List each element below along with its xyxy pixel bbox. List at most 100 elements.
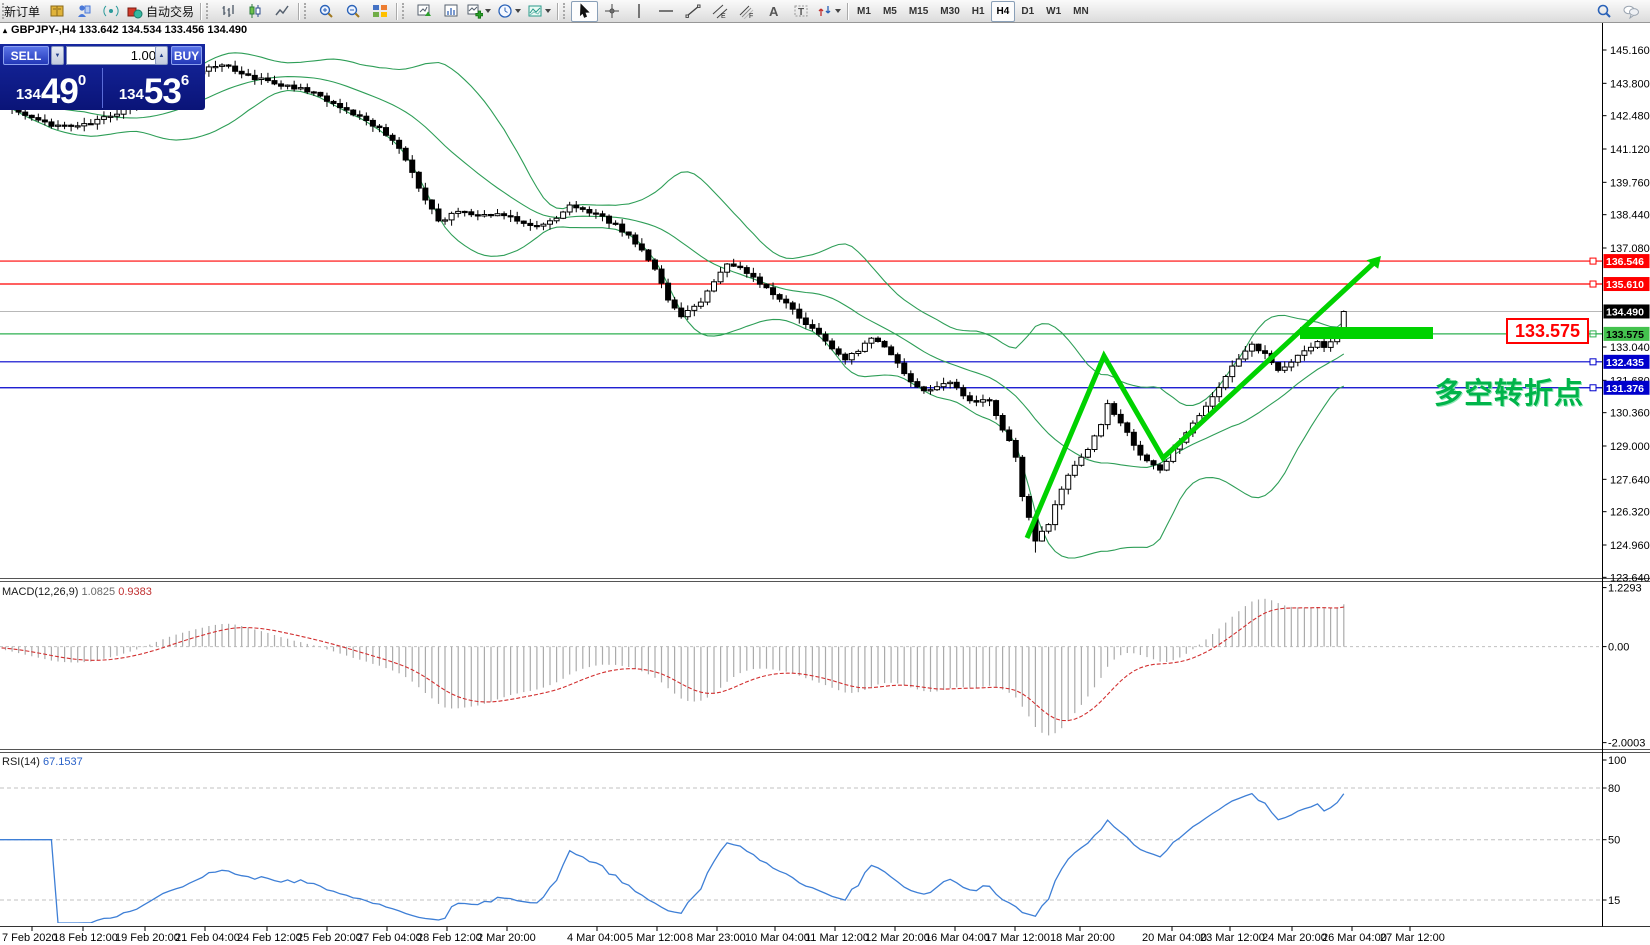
dropdown-caret-icon: [485, 9, 491, 13]
price-tick-label: 141.120: [1610, 144, 1650, 156]
price-tick-label: 139.760: [1610, 177, 1650, 189]
time-axis-label: 11 Mar 12:00: [805, 932, 869, 944]
highlight-bar[interactable]: [1300, 327, 1433, 339]
market-watch-icon[interactable]: [43, 1, 70, 22]
time-axis-label: 24 Mar 20:00: [1262, 932, 1327, 944]
zoom-out-icon[interactable]: [339, 1, 366, 22]
svg-text:F: F: [749, 13, 753, 19]
sell-price[interactable]: 134490: [0, 66, 102, 110]
price-tick-label: 127.640: [1610, 474, 1650, 486]
time-axis-label: 27 Feb 04:00: [357, 932, 422, 944]
price-tick-label: 133.040: [1610, 342, 1650, 354]
trendline-icon[interactable]: [679, 1, 706, 22]
macd-panel: [0, 599, 1603, 736]
timeframe-button-w1[interactable]: W1: [1040, 1, 1067, 22]
toolbar-grip: [563, 3, 569, 19]
symbol-marker-icon: ▴: [3, 26, 7, 35]
toolbar-separator: [847, 3, 848, 20]
toolbar-separator: [396, 3, 397, 20]
cursor-icon[interactable]: [571, 1, 598, 22]
bollinger-band-middle: [0, 77, 1344, 468]
signals-icon[interactable]: [97, 1, 124, 22]
chat-icon[interactable]: [1617, 1, 1644, 22]
time-axis-label: 26 Mar 04:00: [1322, 932, 1387, 944]
text-icon[interactable]: A: [760, 1, 787, 22]
price-axis[interactable]: 145.160143.800142.480141.120139.760138.4…: [1603, 45, 1650, 907]
svg-text:T: T: [798, 7, 804, 18]
time-axis-label: 17 Mar 12:00: [985, 932, 1050, 944]
time-axis-label: 12 Mar 20:00: [865, 932, 930, 944]
time-axis-label: 4 Mar 04:00: [567, 932, 626, 944]
timeframe-button-m30[interactable]: M30: [934, 1, 965, 22]
bar-chart-icon[interactable]: [214, 1, 241, 22]
time-axis[interactable]: 7 Feb 202018 Feb 12:0019 Feb 20:0021 Feb…: [2, 927, 1445, 945]
toolbar: 新订单 自动交易 E F A T M1M5M15M30H1H4D1W1MN: [0, 0, 1650, 23]
trend-zigzag-arrow[interactable]: [1027, 260, 1377, 538]
volume-input[interactable]: [66, 46, 160, 65]
macd-indicator-label: MACD(12,26,9) 1.0825 0.9383: [2, 586, 152, 598]
main-chart-panel: [0, 53, 1603, 558]
timeframe-button-h4[interactable]: H4: [991, 1, 1016, 22]
time-axis-label: 16 Mar 04:00: [925, 932, 990, 944]
buy-price[interactable]: 134536: [103, 66, 205, 110]
vertical-line-icon[interactable]: [625, 1, 652, 22]
time-axis-label: 7 Feb 2020: [2, 932, 58, 944]
timeframe-button-m5[interactable]: M5: [877, 1, 903, 22]
new-order-button[interactable]: 新订单: [10, 1, 43, 22]
buy-button[interactable]: BUY: [171, 46, 202, 65]
volume-up-button[interactable]: ▲: [155, 46, 168, 65]
navigator-icon[interactable]: [70, 1, 97, 22]
time-axis-label: 19 Feb 20:00: [115, 932, 180, 944]
periods-icon[interactable]: [494, 1, 524, 22]
svg-text:131.376: 131.376: [1606, 383, 1644, 395]
toolbar-separator: [298, 3, 299, 20]
svg-text:1.2293: 1.2293: [1608, 583, 1642, 595]
timeframe-button-h1[interactable]: H1: [966, 1, 991, 22]
buy-price-prefix: 134: [119, 86, 144, 103]
chart-canvas[interactable]: 145.160143.800142.480141.120139.760138.4…: [0, 0, 1650, 945]
time-axis-label: 28 Feb 12:00: [417, 932, 482, 944]
timeframe-button-d1[interactable]: D1: [1015, 1, 1040, 22]
candles: [0, 61, 1346, 553]
fibonacci-icon[interactable]: F: [733, 1, 760, 22]
candlestick-chart-icon[interactable]: [241, 1, 268, 22]
indicators-icon[interactable]: [464, 1, 494, 22]
crosshair-icon[interactable]: [598, 1, 625, 22]
label-icon[interactable]: T: [787, 1, 814, 22]
price-tick-label: 142.480: [1610, 111, 1650, 123]
price-tick-label: 145.160: [1610, 45, 1650, 57]
volume-down-button[interactable]: ▼: [51, 46, 64, 65]
channel-icon[interactable]: E: [706, 1, 733, 22]
time-axis-label: 5 Mar 12:00: [627, 932, 686, 944]
new-chart-icon[interactable]: [410, 1, 437, 22]
toolbar-grip: [402, 3, 408, 19]
zoom-in-icon[interactable]: [312, 1, 339, 22]
timeframe-button-m1[interactable]: M1: [851, 1, 877, 22]
one-click-trading-panel: SELL ▼ ▲ BUY 134490 134536: [0, 44, 205, 110]
templates-icon[interactable]: [524, 1, 554, 22]
chart-profiles-icon[interactable]: [437, 1, 464, 22]
timeframe-button-m15[interactable]: M15: [903, 1, 934, 22]
sell-button[interactable]: SELL: [3, 46, 49, 65]
search-icon[interactable]: [1590, 1, 1617, 22]
svg-text:-2.0003: -2.0003: [1608, 738, 1645, 750]
horizontal-line-icon[interactable]: [652, 1, 679, 22]
svg-text:136.546: 136.546: [1606, 256, 1644, 268]
timeframe-button-mn[interactable]: MN: [1067, 1, 1095, 22]
macd-signal-line: [0, 607, 1344, 721]
sell-price-big: 49: [41, 76, 78, 108]
time-axis-label: 8 Mar 23:00: [687, 932, 746, 944]
price-tick-label: 138.440: [1610, 210, 1650, 222]
price-level-annotation-box[interactable]: 133.575: [1506, 318, 1589, 344]
rsi-panel: [0, 788, 1603, 923]
buy-price-big: 53: [144, 76, 181, 108]
price-tick-label: 126.320: [1610, 507, 1650, 519]
time-axis-label: 24 Feb 12:00: [237, 932, 302, 944]
svg-text:A: A: [769, 4, 779, 19]
auto-trading-button[interactable]: 自动交易: [124, 1, 197, 22]
line-handle: [1590, 258, 1596, 264]
arrows-icon[interactable]: [814, 1, 844, 22]
svg-text:E: E: [721, 13, 726, 19]
line-chart-icon[interactable]: [268, 1, 295, 22]
tile-windows-icon[interactable]: [366, 1, 393, 22]
